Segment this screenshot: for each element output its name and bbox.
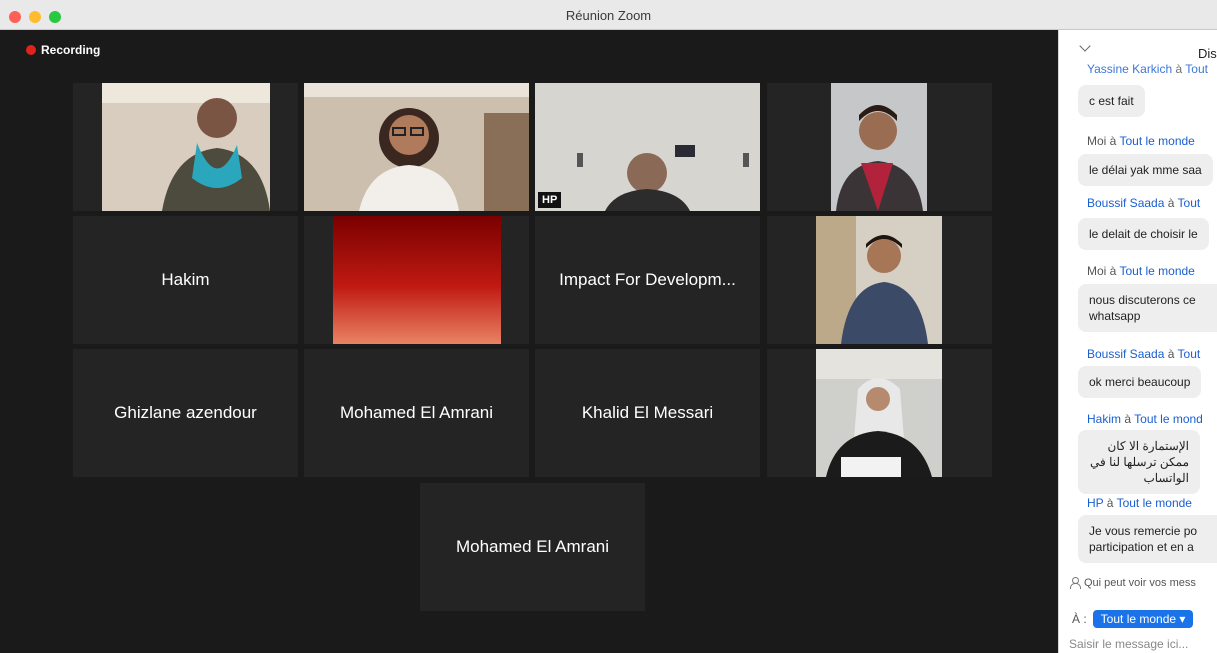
participant-tile-mohamed-2[interactable]: Mohamed El Amrani <box>420 483 645 611</box>
participant-tile-hakim[interactable]: Hakim <box>73 216 298 344</box>
chat-sender[interactable]: Boussif Saada <box>1087 347 1164 361</box>
chat-message-bubble: Je vous remercie po participation et en … <box>1078 515 1217 563</box>
chat-panel: Dis Yassine Karkich à Tout c est fait Mo… <box>1058 30 1217 653</box>
recipient-label: À : <box>1072 612 1087 626</box>
recipient-row: À : Tout le monde ▾ <box>1072 610 1194 628</box>
chat-message-input[interactable] <box>1069 637 1217 651</box>
chat-recipient[interactable]: Tout le monde <box>1119 134 1194 148</box>
participant-name-mohamed-1: Mohamed El Amrani <box>339 403 494 422</box>
chat-message-bubble: le délai yak mme saa <box>1078 154 1213 186</box>
chat-sender[interactable]: Moi <box>1087 134 1106 148</box>
chat-sender[interactable]: Moi <box>1087 264 1106 278</box>
visibility-text: Qui peut voir vos mess <box>1084 577 1196 589</box>
chat-message-bubble: le delait de choisir le <box>1078 218 1209 250</box>
participant-video-2 <box>304 83 529 211</box>
participant-tile-video-4[interactable] <box>767 83 992 211</box>
chat-sender[interactable]: Boussif Saada <box>1087 196 1164 210</box>
participant-tile-video-1[interactable] <box>73 83 298 211</box>
chat-message-bubble: الإستمارة الا كان ممكن ترسلها لنا في الو… <box>1078 430 1200 494</box>
chat-sender-line: Boussif Saada à Tout <box>1087 196 1200 210</box>
chat-separator: à <box>1106 134 1120 148</box>
chat-sender-line: Boussif Saada à Tout <box>1087 347 1200 361</box>
participant-name-mohamed-2: Mohamed El Amrani <box>455 537 610 556</box>
recording-label: Recording <box>41 43 101 57</box>
participant-tile-video-12[interactable] <box>767 349 992 477</box>
chat-recipient[interactable]: Tout <box>1185 62 1208 76</box>
chat-recipient[interactable]: Tout <box>1178 347 1201 361</box>
window-title: Réunion Zoom <box>565 8 652 23</box>
participant-label-hp: HP <box>538 192 562 208</box>
participant-tile-hp[interactable]: HP <box>535 83 760 211</box>
chat-message-bubble: nous discuterons ce whatsapp <box>1078 284 1217 332</box>
chat-message-bubble: c est fait <box>1078 85 1145 117</box>
people-icon <box>1069 577 1081 589</box>
participant-video-8 <box>816 216 942 344</box>
participant-name-khalid: Khalid El Messari <box>581 403 714 422</box>
chat-separator: à <box>1164 196 1178 210</box>
chat-recipient[interactable]: Tout le monde <box>1119 264 1194 278</box>
chat-sender-line: Moi à Tout le monde <box>1087 134 1195 148</box>
chat-sender-line: Hakim à Tout le mond <box>1087 412 1203 426</box>
chat-title: Dis <box>1198 46 1217 61</box>
message-visibility-notice[interactable]: Qui peut voir vos mess <box>1069 577 1196 589</box>
chat-sender-line: Moi à Tout le monde <box>1087 264 1195 278</box>
chat-sender-line: HP à Tout le monde <box>1087 496 1192 510</box>
recording-dot-icon <box>26 45 36 55</box>
participant-name-hakim: Hakim <box>161 270 210 289</box>
participant-tile-mohamed-1[interactable]: Mohamed El Amrani <box>304 349 529 477</box>
participant-tile-impact[interactable]: Impact For Developm... <box>535 216 760 344</box>
chat-sender-line: Yassine Karkich à Tout <box>1087 62 1208 76</box>
chat-sender[interactable]: HP <box>1087 496 1103 510</box>
title-bar: Réunion Zoom <box>0 0 1217 30</box>
participant-tile-ghizlane[interactable]: Ghizlane azendour <box>73 349 298 477</box>
chat-sender[interactable]: Hakim <box>1087 412 1121 426</box>
video-gallery: Recording HP Hakim Impact For Developm..… <box>0 30 1058 653</box>
chevron-down-icon[interactable] <box>1079 40 1091 52</box>
participant-tile-khalid[interactable]: Khalid El Messari <box>535 349 760 477</box>
participant-video-hp <box>535 83 760 211</box>
recording-indicator[interactable]: Recording <box>26 43 100 57</box>
recipient-select[interactable]: Tout le monde ▾ <box>1092 610 1194 628</box>
chat-recipient[interactable]: Tout le monde <box>1117 496 1192 510</box>
participant-video-1 <box>102 83 270 211</box>
participant-name-impact: Impact For Developm... <box>559 270 736 289</box>
participant-name-ghizlane: Ghizlane azendour <box>114 403 257 422</box>
zoom-window: Réunion Zoom Recording HP Hakim Impact F… <box>0 0 1217 653</box>
participant-tile-video-8[interactable] <box>767 216 992 344</box>
chat-sender[interactable]: Yassine Karkich <box>1087 62 1172 76</box>
chat-recipient[interactable]: Tout le mond <box>1134 412 1203 426</box>
chat-recipient[interactable]: Tout <box>1178 196 1201 210</box>
chat-message-bubble: ok merci beaucoup <box>1078 366 1202 398</box>
participant-video-6 <box>333 216 501 344</box>
chat-separator: à <box>1121 412 1135 426</box>
chat-separator: à <box>1164 347 1178 361</box>
chat-separator: à <box>1172 62 1186 76</box>
participant-tile-video-2[interactable] <box>304 83 529 211</box>
participant-video-12 <box>816 349 942 477</box>
chat-separator: à <box>1103 496 1117 510</box>
chat-separator: à <box>1106 264 1120 278</box>
participant-tile-video-6[interactable] <box>304 216 529 344</box>
participant-video-4 <box>831 83 927 211</box>
